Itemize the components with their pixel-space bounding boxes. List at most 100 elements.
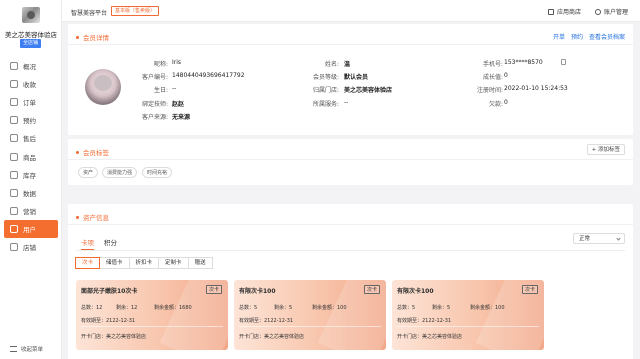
subtab-3[interactable]: 定制卡 — [158, 257, 189, 269]
main-content: 会员详情 开单 预约 查看会员档案 昵称: Iris 客户编号: 148044049369… — [62, 22, 640, 359]
card-total: 总数：5 — [397, 305, 416, 311]
subtab-2[interactable]: 折扣卡 — [128, 257, 160, 269]
sidebar-item-label: 订单 — [23, 99, 36, 108]
member-actions: 开单 预约 查看会员档案 — [553, 32, 625, 41]
field-label: 成长值: — [482, 74, 503, 82]
shop-icon — [10, 242, 18, 251]
field-value: 美之芯美容体验店 — [344, 87, 393, 95]
sidebar-item-7[interactable]: 库存 — [0, 166, 62, 184]
sidebar-item-3[interactable]: 订单 — [0, 93, 62, 111]
field-value: -- — [344, 98, 349, 106]
sidebar-item-6[interactable]: 商品 — [0, 147, 62, 165]
sidebar-item-label: 售后 — [23, 135, 36, 144]
field-value: 无来源 — [172, 113, 191, 121]
payment-icon — [10, 80, 18, 89]
sidebar-item-label: 营销 — [23, 207, 36, 216]
store-name: 美之芯美容体验店 — [5, 31, 57, 39]
field-label: 注册时间: — [476, 87, 503, 95]
member-tag[interactable]: 时间充裕 — [142, 167, 173, 178]
card-type-badge: 次卡 — [363, 285, 380, 294]
app-store-icon — [547, 8, 554, 15]
overview-icon — [10, 62, 18, 71]
sidebar-item-11[interactable]: 店铺 — [0, 238, 62, 256]
card-remain: 剩余：5 — [274, 305, 293, 311]
member-tags-card: 会员标签 + 添加标签 资产 消费能力强 时间充裕 — [68, 139, 633, 185]
assets-card: 资产信息 卡项 积分 正常 次卡 储值卡 折扣卡 定制卡 赠送 面部光子嫩肤10次卡 次卡总… — [68, 204, 633, 359]
platform-title: 智慧美容平台 — [71, 10, 108, 17]
card-remain-amount: 剩余金额：1680 — [154, 305, 192, 311]
sidebar-item-8[interactable]: 数据 — [0, 184, 62, 202]
tab-cards[interactable]: 卡项 — [81, 237, 94, 247]
member-card[interactable]: 有限次卡100 次卡 总数：5 剩余：5 剩余金额：100 有效期至：2122-12-31… — [234, 280, 386, 350]
account-label: 账户管理 — [603, 9, 628, 16]
member-tags-title: 会员标签 — [83, 149, 109, 157]
goods-icon — [10, 152, 18, 161]
field-value: 0 — [504, 98, 508, 106]
sidebar-item-label: 数据 — [23, 189, 36, 198]
card-store: 开卡门店：美之芯美容体验店 — [81, 334, 147, 340]
field-label: 客户编号: — [141, 74, 168, 82]
field-value: 温 — [344, 61, 351, 68]
sidebar-item-2[interactable]: 收款 — [0, 75, 62, 93]
store-scope-badge: 全店铺 — [20, 39, 42, 48]
section-marker-icon — [76, 215, 79, 219]
field-value: Iris — [172, 59, 182, 66]
card-name: 有限次卡100 — [239, 288, 276, 295]
field-value: 2022-01-10 15:24:53 — [504, 85, 568, 93]
sidebar-item-label: 概况 — [23, 63, 36, 72]
sidebar-item-4[interactable]: 预约 — [0, 111, 62, 129]
field-value: 赵赵 — [172, 100, 185, 108]
field-label: 姓名: — [324, 61, 339, 68]
section-marker-icon — [76, 150, 79, 154]
member-tag[interactable]: 消费能力强 — [102, 167, 138, 178]
member-card[interactable]: 面部光子嫩肤10次卡 次卡 总数：12 剩余：12 剩余金额：1680 有效期至：2122… — [76, 280, 228, 350]
sidebar-item-label: 收款 — [23, 81, 36, 90]
sidebar-item-5[interactable]: 售后 — [0, 129, 62, 147]
card-store: 开卡门店：美之芯美容体验店 — [397, 334, 463, 340]
card-name: 有限次卡100 — [397, 288, 434, 295]
after-sales-icon — [10, 134, 18, 143]
account-link[interactable]: 账户管理 — [594, 7, 628, 16]
subtab-1[interactable]: 储值卡 — [99, 257, 130, 269]
app-store-link[interactable]: 应用商店 — [547, 7, 581, 16]
sidebar-nav: 概况收款订单预约售后商品库存数据营销用户店铺 — [0, 57, 62, 256]
app-store-label: 应用商店 — [556, 9, 581, 16]
member-tag[interactable]: 资产 — [78, 167, 99, 178]
status-filter-select[interactable]: 正常 — [573, 233, 625, 244]
field-label: 手机号: — [482, 61, 503, 68]
collapse-menu-label: 收起菜单 — [21, 347, 44, 353]
appointment-icon — [10, 116, 18, 125]
field-value: 153****8570 — [504, 59, 543, 66]
open-order-link[interactable]: 开单 — [553, 32, 565, 41]
marketing-icon — [10, 206, 18, 215]
member-detail-title: 会员详情 — [83, 34, 109, 42]
sidebar-item-10[interactable]: 用户 — [4, 219, 58, 238]
field-label: 昵称: — [153, 61, 168, 68]
inventory-icon — [10, 170, 18, 179]
card-remain: 剩余：5 — [432, 305, 451, 311]
sidebar-item-label: 预约 — [23, 117, 36, 126]
field-label: 绑定技师: — [141, 100, 168, 108]
collapse-menu-button[interactable]: 收起菜单 — [10, 345, 43, 353]
sidebar-item-9[interactable]: 营销 — [0, 202, 62, 220]
field-value: 默认会员 — [344, 74, 369, 82]
sidebar-item-label: 商品 — [23, 153, 36, 162]
tab-points[interactable]: 积分 — [104, 237, 117, 247]
appointment-link[interactable]: 预约 — [571, 32, 583, 41]
member-card[interactable]: 有限次卡100 次卡 总数：5 剩余：5 剩余金额：100 有效期至：2122-12-31… — [392, 280, 544, 350]
field-label: 欠款: — [488, 100, 503, 108]
sidebar: 美之芯美容体验店 全店铺 概况收款订单预约售后商品库存数据营销用户店铺 收起菜单 — [0, 0, 62, 359]
add-tag-button[interactable]: + 添加标签 — [586, 144, 625, 155]
sidebar-item-label: 库存 — [23, 171, 36, 180]
subtab-4[interactable]: 赠送 — [187, 257, 213, 269]
card-total: 总数：5 — [239, 305, 258, 311]
card-name: 面部光子嫩肤10次卡 — [81, 288, 138, 295]
card-remain-amount: 剩余金额：100 — [470, 305, 505, 311]
card-remain: 剩余：12 — [116, 305, 138, 311]
view-profile-link[interactable]: 查看会员档案 — [589, 32, 625, 41]
sidebar-item-1[interactable]: 概况 — [0, 57, 62, 75]
sidebar-item-label: 用户 — [23, 225, 36, 234]
subtab-0[interactable]: 次卡 — [75, 257, 101, 269]
menu-collapse-icon — [10, 346, 17, 352]
card-divider — [397, 326, 539, 327]
